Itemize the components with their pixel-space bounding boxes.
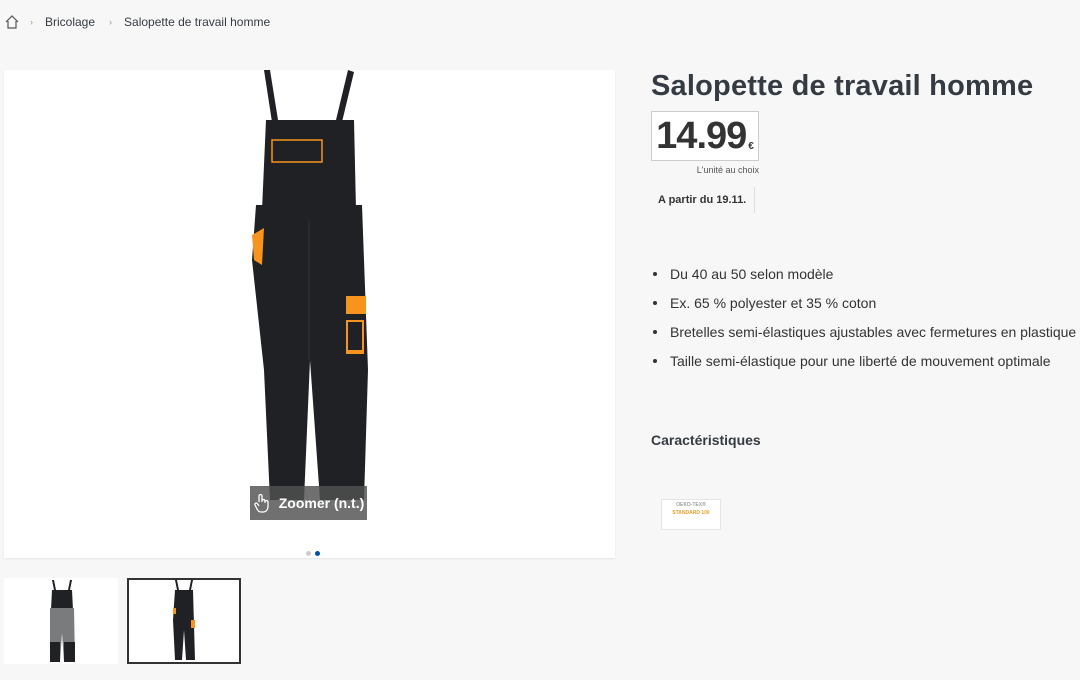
chevron-right-icon: › [109, 17, 113, 27]
hand-pointer-icon [253, 493, 269, 513]
oeko-tex-logo: OEKO-TEX® [676, 502, 706, 508]
oeko-tex-standard: STANDARD 100 [672, 509, 710, 516]
list-item: Taille semi-élastique pour une liberté d… [651, 346, 1076, 375]
bullet-icon [653, 358, 657, 363]
feature-text: Taille semi-élastique pour une liberté d… [670, 352, 1051, 369]
list-item: Du 40 au 50 selon modèle [651, 259, 1076, 288]
feature-text: Bretelles semi-élastiques ajustables ave… [670, 323, 1077, 340]
breadcrumb: › Bricolage › Salopette de travail homme [4, 12, 284, 32]
price-box: 14.99 € [651, 111, 759, 161]
feature-text: Du 40 au 50 selon modèle [670, 265, 834, 282]
bullet-icon [653, 329, 657, 334]
chevron-right-icon: › [30, 17, 33, 27]
product-title: Salopette de travail homme [651, 70, 1034, 102]
main-product-image[interactable]: Zoomer (n.t.) [4, 70, 615, 558]
breadcrumb-item-bricolage[interactable]: Bricolage [45, 15, 95, 29]
list-item: Bretelles semi-élastiques ajustables ave… [651, 317, 1076, 346]
breadcrumb-item-current: Salopette de travail homme [124, 15, 271, 29]
feature-text: Ex. 65 % polyester et 35 % coton [670, 294, 877, 311]
bullet-icon [653, 271, 657, 276]
bullet-icon [653, 300, 657, 305]
zoom-label: Zoomer (n.t.) [278, 495, 365, 511]
thumbnail-black-overalls[interactable] [127, 578, 241, 664]
characteristics-title: Caractéristiques [651, 432, 761, 448]
thumbnail-grey-overalls[interactable] [4, 578, 118, 664]
carousel-dots [306, 551, 320, 556]
price-currency: € [748, 141, 754, 152]
home-icon[interactable] [4, 14, 20, 30]
zoom-button[interactable]: Zoomer (n.t.) [250, 486, 367, 520]
carousel-dot-1[interactable] [306, 551, 311, 556]
price-value: 14.99 [656, 114, 747, 157]
list-item: Ex. 65 % polyester et 35 % coton [651, 288, 1076, 317]
feature-list: Du 40 au 50 selon modèle Ex. 65 % polyes… [651, 259, 1076, 375]
overalls-image [252, 70, 368, 500]
availability-badge: A partir du 19.11. [651, 187, 756, 213]
carousel-dot-2[interactable] [315, 551, 320, 556]
unit-note: L'unité au choix [696, 165, 759, 175]
oeko-tex-badge[interactable]: OEKO-TEX® STANDARD 100 [661, 499, 721, 530]
